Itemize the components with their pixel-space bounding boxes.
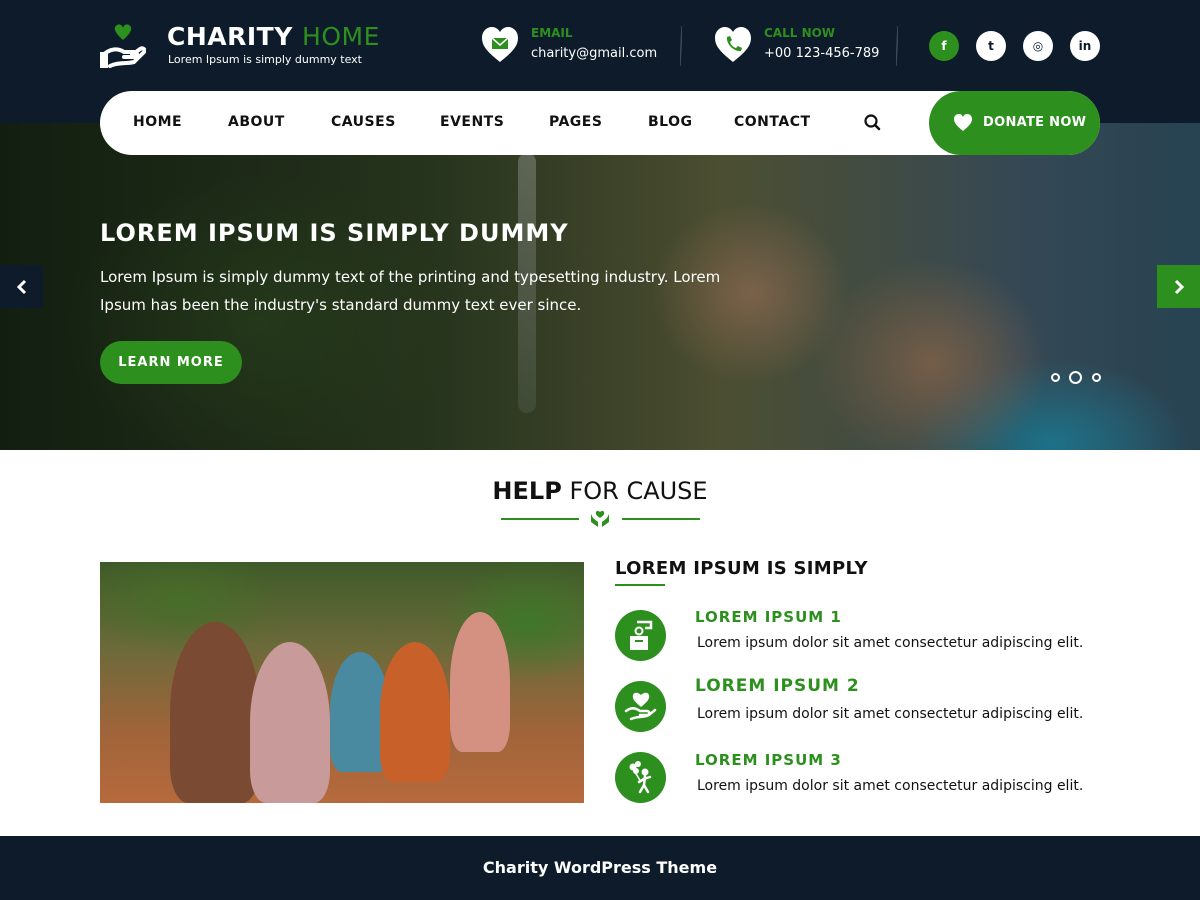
chevron-left-icon (16, 279, 26, 294)
donation-box-icon (615, 610, 666, 661)
brand-name: CHARITY HOME (167, 22, 380, 51)
slider-next-button[interactable] (1157, 265, 1200, 308)
child-balloons-icon (615, 752, 666, 803)
twitter-icon[interactable]: t (976, 31, 1006, 61)
photo-figure (170, 622, 260, 803)
phone-value[interactable]: +00 123-456-789 (764, 46, 879, 61)
nav-item-pages[interactable]: PAGES (549, 114, 602, 130)
search-icon[interactable] (863, 113, 883, 133)
photo-figure (450, 612, 510, 752)
feature-title-1[interactable]: LOREM IPSUM 1 (695, 608, 842, 626)
nav-item-home[interactable]: HOME (133, 114, 182, 130)
donate-now-button[interactable]: DONATE NOW (929, 91, 1100, 155)
facebook-icon[interactable]: f (929, 31, 959, 61)
email-label: EMAIL (531, 26, 573, 40)
heart-hands-icon (591, 510, 609, 527)
feature-column-title: LOREM IPSUM IS SIMPLY (615, 558, 868, 579)
slider-dot-3[interactable] (1092, 373, 1101, 382)
hero-slider: LOREM IPSUM IS SIMPLY DUMMY Lorem Ipsum … (0, 123, 1200, 450)
nav-item-blog[interactable]: BLOG (648, 114, 693, 130)
feature-column-underline (615, 584, 665, 586)
email-value[interactable]: charity@gmail.com (531, 46, 657, 61)
divider (896, 26, 898, 66)
section-title: HELP FOR CAUSE (492, 477, 708, 505)
heart-hand-logo-icon (100, 24, 146, 68)
heart-icon (954, 114, 972, 131)
heart-hand-icon (615, 681, 666, 732)
envelope-heart-icon (482, 27, 518, 62)
brand-tagline: Lorem Ipsum is simply dummy text (168, 53, 362, 66)
nav-item-about[interactable]: ABOUT (228, 114, 285, 130)
feature-text-1: Lorem ipsum dolor sit amet consectetur a… (697, 635, 1084, 651)
contact-phone[interactable]: CALL NOW +00 123-456-789 (714, 24, 884, 68)
chevron-right-icon (1174, 279, 1184, 294)
nav-item-causes[interactable]: CAUSES (331, 114, 396, 130)
divider (680, 26, 682, 66)
main-nav: HOME ABOUT CAUSES EVENTS PAGES BLOG CONT… (100, 91, 1100, 155)
nav-item-events[interactable]: EVENTS (440, 114, 504, 130)
site-logo[interactable]: CHARITY HOME Lorem Ipsum is simply dummy… (100, 22, 400, 74)
contact-email[interactable]: EMAIL charity@gmail.com (481, 24, 671, 68)
phone-label: CALL NOW (764, 26, 836, 40)
slider-dot-1[interactable] (1051, 373, 1060, 382)
hero-text: Lorem Ipsum is simply dummy text of the … (100, 268, 721, 314)
feature-title-3[interactable]: LOREM IPSUM 3 (695, 751, 842, 769)
feature-text-3: Lorem ipsum dolor sit amet consectetur a… (697, 778, 1084, 794)
feature-text-2: Lorem ipsum dolor sit amet consectetur a… (697, 706, 1084, 722)
children-running-photo (100, 562, 584, 803)
photo-figure (250, 642, 330, 803)
footer-credit: Charity WordPress Theme (482, 858, 718, 877)
phone-heart-icon (715, 27, 751, 62)
instagram-icon[interactable]: ◎ (1023, 31, 1053, 61)
section-divider-left (501, 518, 579, 520)
photo-figure (380, 642, 450, 782)
feature-title-2[interactable]: LOREM IPSUM 2 (695, 676, 860, 696)
section-divider-right (622, 518, 700, 520)
slider-dot-2[interactable] (1069, 371, 1082, 384)
hero-title: LOREM IPSUM IS SIMPLY DUMMY (100, 219, 569, 247)
learn-more-button[interactable]: LEARN MORE (100, 341, 242, 384)
site-footer: Charity WordPress Theme (0, 836, 1200, 900)
nav-item-contact[interactable]: CONTACT (734, 114, 811, 130)
slider-prev-button[interactable] (0, 265, 43, 308)
donate-now-label: DONATE NOW (983, 115, 1087, 130)
linkedin-icon[interactable]: in (1070, 31, 1100, 61)
